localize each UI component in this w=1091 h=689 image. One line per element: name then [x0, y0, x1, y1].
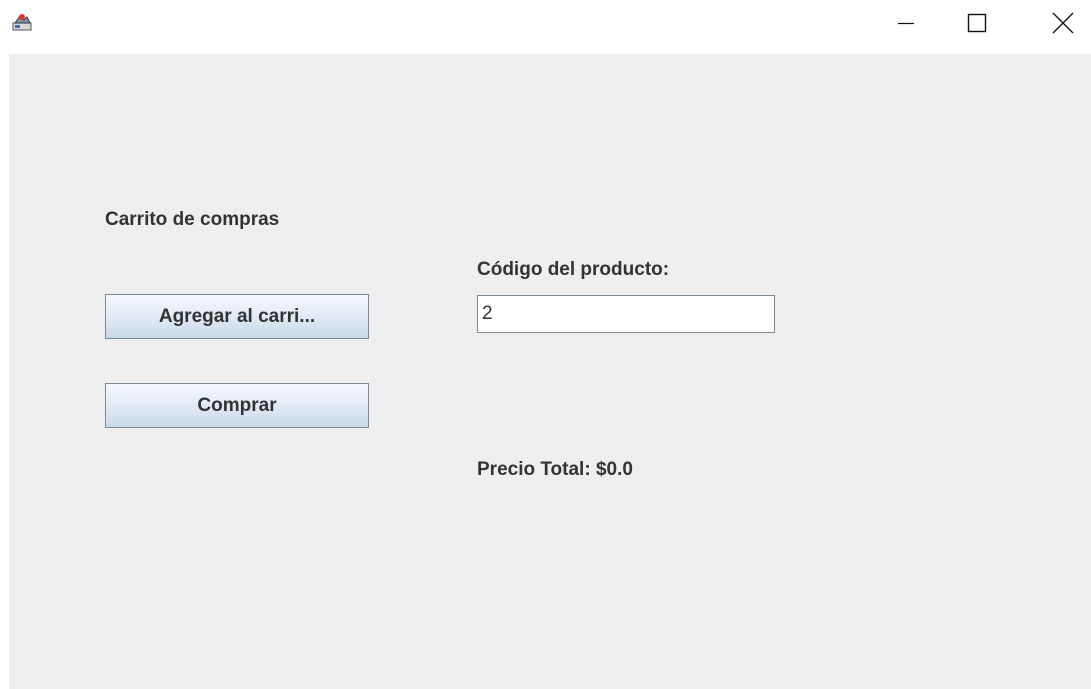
total-price-label: Precio Total: $0.0 — [477, 459, 633, 480]
buy-button[interactable]: Comprar — [105, 383, 369, 428]
close-icon — [1052, 12, 1074, 34]
cart-title-label: Carrito de compras — [105, 209, 280, 230]
product-code-label: Código del producto: — [477, 259, 670, 280]
content-panel: Carrito de compras Código del producto: … — [9, 54, 1091, 689]
close-button[interactable] — [1035, 0, 1091, 46]
minimize-icon — [898, 22, 914, 25]
minimize-button[interactable] — [878, 0, 934, 46]
title-bar — [0, 0, 1091, 54]
maximize-button[interactable] — [949, 0, 1005, 46]
product-code-input[interactable] — [477, 295, 775, 333]
app-window: Carrito de compras Código del producto: … — [0, 0, 1091, 689]
add-to-cart-button[interactable]: Agregar al carri... — [105, 294, 369, 339]
maximize-icon — [967, 13, 987, 33]
java-cup-icon[interactable] — [12, 11, 32, 31]
